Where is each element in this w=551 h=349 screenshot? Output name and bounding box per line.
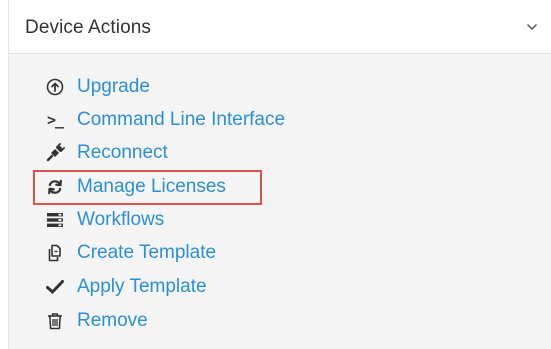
upgrade-action[interactable]: Upgrade bbox=[45, 73, 150, 101]
command-line-interface-action[interactable]: >_ Command Line Interface bbox=[45, 106, 285, 134]
apply-template-action[interactable]: Apply Template bbox=[45, 273, 207, 301]
device-actions-panel: Device Actions Upgrade >_ Command Line I… bbox=[8, 0, 551, 349]
checkmark-icon bbox=[45, 277, 65, 297]
panel-title: Device Actions bbox=[25, 17, 152, 38]
terminal-prompt-icon: >_ bbox=[46, 111, 64, 129]
apply-template-label: Apply Template bbox=[77, 276, 207, 297]
workflows-label: Workflows bbox=[77, 209, 165, 230]
manage-licenses-action[interactable]: Manage Licenses bbox=[45, 173, 226, 201]
remove-action[interactable]: Remove bbox=[45, 307, 148, 335]
command-line-interface-label: Command Line Interface bbox=[77, 109, 286, 130]
refresh-icon bbox=[45, 177, 65, 197]
panel-header[interactable]: Device Actions bbox=[9, 0, 551, 54]
copy-icon bbox=[45, 243, 65, 263]
create-template-action[interactable]: Create Template bbox=[45, 239, 216, 267]
reconnect-label: Reconnect bbox=[77, 142, 168, 163]
upgrade-label: Upgrade bbox=[77, 76, 150, 97]
trash-icon bbox=[45, 311, 65, 331]
list-icon bbox=[45, 210, 65, 230]
chevron-down-icon[interactable] bbox=[526, 22, 538, 32]
manage-licenses-label: Manage Licenses bbox=[77, 176, 226, 197]
workflows-action[interactable]: Workflows bbox=[45, 206, 164, 234]
remove-label: Remove bbox=[77, 310, 148, 331]
plug-icon bbox=[45, 143, 65, 163]
upgrade-circle-icon bbox=[45, 77, 65, 97]
device-actions-list: Upgrade >_ Command Line Interface Reconn… bbox=[9, 54, 551, 349]
reconnect-action[interactable]: Reconnect bbox=[45, 139, 168, 167]
create-template-label: Create Template bbox=[77, 242, 217, 263]
